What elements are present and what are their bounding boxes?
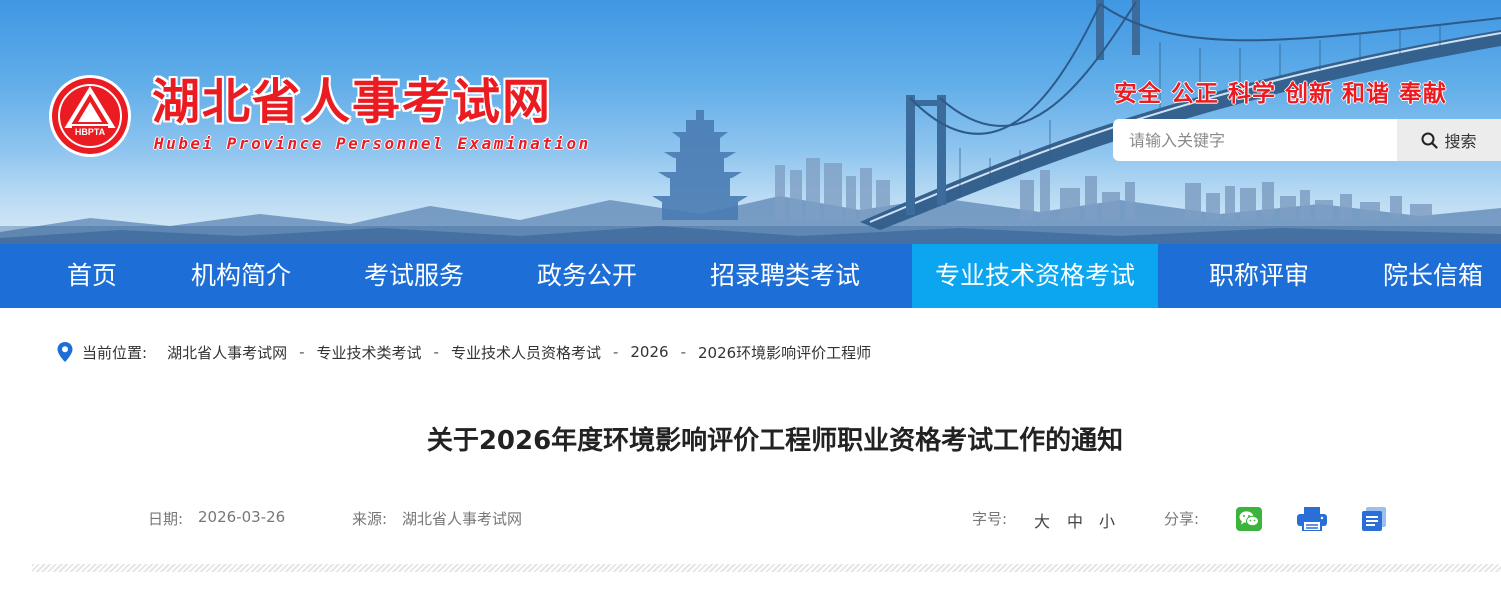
breadcrumb-label: 当前位置: — [82, 343, 148, 362]
font-size-small-button[interactable]: 小 — [1099, 508, 1115, 532]
font-size-large-button[interactable]: 大 — [1034, 508, 1050, 532]
search-button[interactable]: 搜索 — [1397, 119, 1501, 161]
article-title: 关于2026年度环境影响评价工程师职业资格考试工作的通知 — [426, 426, 1124, 456]
article-header-divider — [32, 564, 1501, 572]
breadcrumb-separator: - — [299, 343, 305, 361]
breadcrumb-separator: - — [612, 343, 619, 361]
search-button-label: 搜索 — [1444, 132, 1477, 151]
date-label: 日期: — [148, 510, 184, 528]
nav-item-director-mailbox[interactable]: 院长信箱 — [1362, 244, 1501, 308]
site-slogan: 安全 公正 科学 创新 和谐 奉献 — [1114, 81, 1448, 107]
site-title[interactable]: 湖北省人事考试网 — [152, 74, 552, 130]
nav-item-title-review[interactable]: 职称评审 — [1188, 244, 1330, 308]
article-source: 湖北省人事考试网 — [402, 510, 523, 528]
search-input[interactable] — [1113, 119, 1397, 161]
search-icon — [1421, 132, 1439, 149]
nav-item-gov-affairs[interactable]: 政务公开 — [516, 244, 658, 308]
site-subtitle-english: Hubei Province Personnel Examination — [154, 134, 591, 153]
breadcrumb-item-professional-exams[interactable]: 专业技术类考试 — [317, 342, 422, 363]
nav-item-exam-service[interactable]: 考试服务 — [343, 244, 485, 308]
breadcrumb-separator: - — [433, 343, 439, 361]
breadcrumb: 当前位置: 湖北省人事考试网 - 专业技术类考试 - 专业技术人员资格考试 - … — [56, 340, 871, 364]
header-banner: HBPTA 湖北省人事考试网 Hubei Province Personnel … — [0, 0, 1501, 244]
nav-item-professional-qualification[interactable]: 专业技术资格考试 — [912, 244, 1158, 308]
nav-item-about[interactable]: 机构简介 — [170, 244, 312, 308]
site-logo-emblem-icon[interactable]: HBPTA — [48, 74, 132, 158]
font-size-label: 字号: — [972, 510, 1008, 528]
breadcrumb-item-current[interactable]: 2026环境影响评价工程师 — [698, 342, 871, 363]
breadcrumb-item-home[interactable]: 湖北省人事考试网 — [167, 342, 287, 363]
main-nav: 首页 机构简介 考试服务 政务公开 招录聘类考试 专业技术资格考试 职称评审 院… — [0, 244, 1501, 308]
font-size-medium-button[interactable]: 中 — [1067, 508, 1083, 532]
location-pin-icon — [57, 342, 73, 362]
source-label: 来源: — [352, 510, 388, 528]
share-label: 分享: — [1164, 510, 1200, 528]
article-date: 2026-03-26 — [198, 508, 286, 526]
article-copy-icon[interactable] — [1362, 507, 1386, 531]
breadcrumb-separator: - — [680, 343, 686, 361]
svg-text:HBPTA: HBPTA — [75, 127, 106, 137]
print-icon[interactable] — [1297, 507, 1327, 531]
wechat-icon[interactable] — [1236, 507, 1262, 531]
nav-item-recruitment-exams[interactable]: 招录聘类考试 — [690, 244, 880, 308]
breadcrumb-item-qualification-exams[interactable]: 专业技术人员资格考试 — [451, 342, 601, 363]
breadcrumb-item-year[interactable]: 2026 — [630, 343, 668, 361]
nav-item-home[interactable]: 首页 — [40, 244, 144, 308]
